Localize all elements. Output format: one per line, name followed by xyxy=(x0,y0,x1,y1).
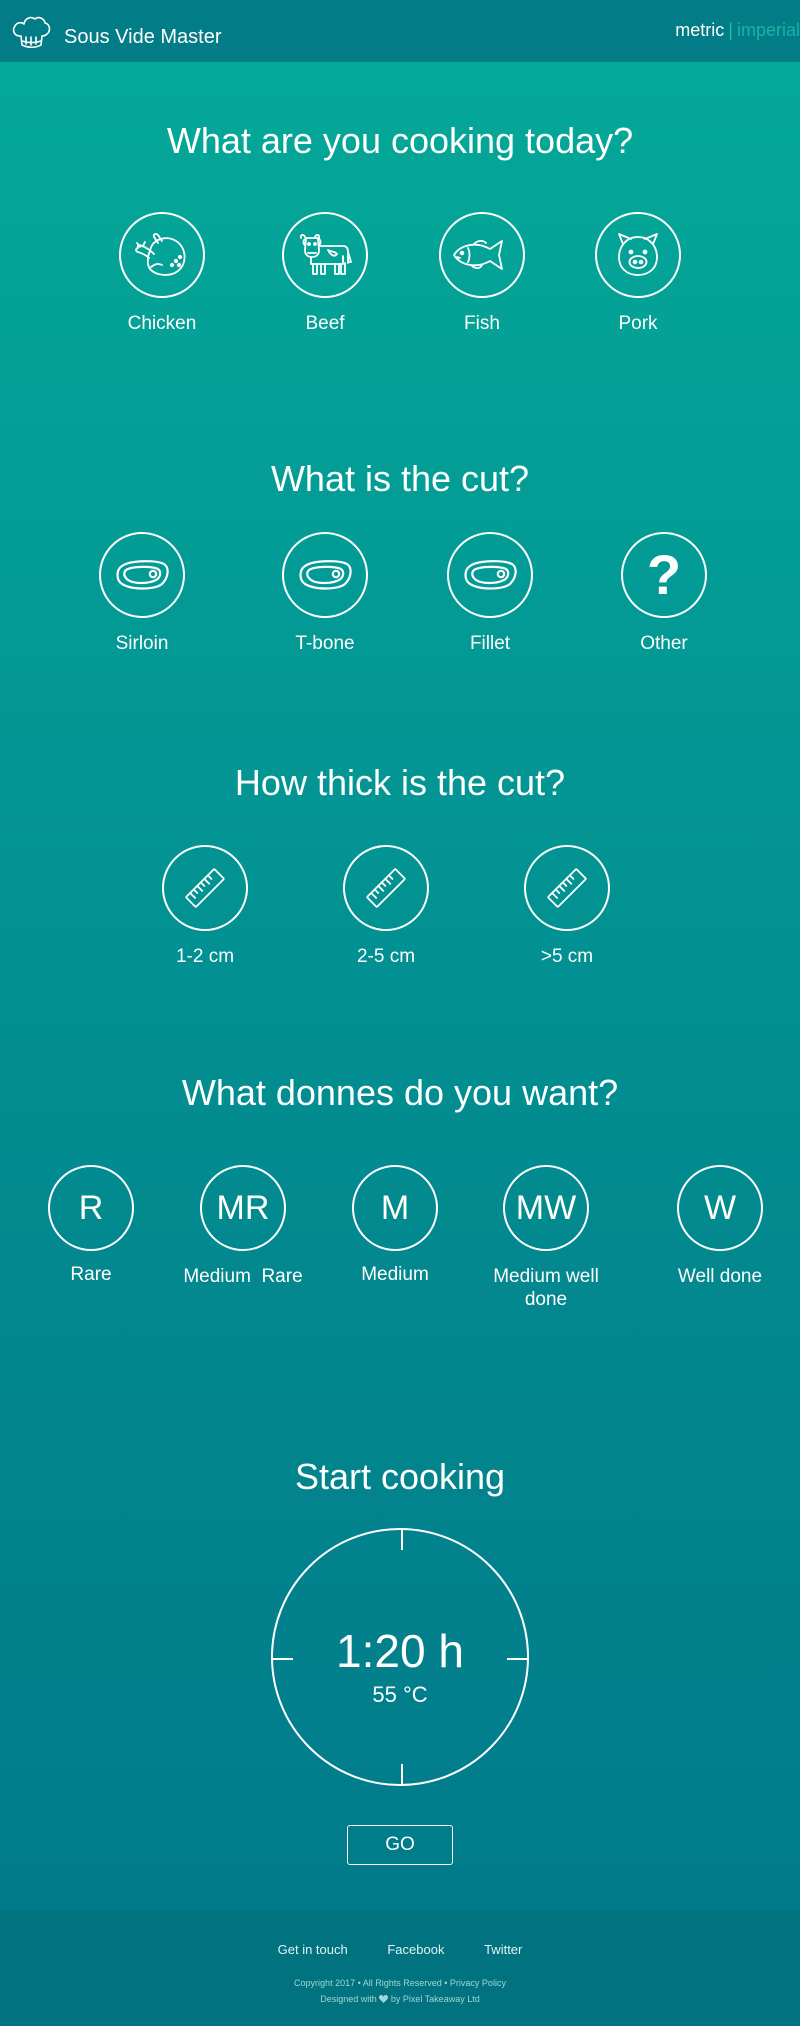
option-other[interactable]: ? Other xyxy=(584,532,744,655)
option-chicken[interactable]: Chicken xyxy=(82,212,242,335)
option-well-done[interactable]: W Well done xyxy=(640,1165,800,1288)
doneness-section-title: What donnes do you want? xyxy=(181,1072,619,1113)
unit-switcher: metric | imperial xyxy=(675,20,800,41)
option-label: Other xyxy=(640,633,688,654)
metric-unit-toggle[interactable]: metric xyxy=(675,20,724,40)
footer-link-facebook[interactable]: Facebook xyxy=(387,1942,444,1957)
doneness-letter: W xyxy=(703,1188,737,1227)
steak-icon xyxy=(297,558,353,592)
cow-icon xyxy=(295,230,355,280)
ruler-icon xyxy=(362,864,410,912)
option-label: Well done xyxy=(677,1266,763,1287)
option-fillet[interactable]: Fillet xyxy=(410,532,570,655)
option-fish[interactable]: Fish xyxy=(402,212,562,335)
fish-option-circle[interactable] xyxy=(439,212,525,298)
option-medium-rare[interactable]: MR Medium Rare xyxy=(163,1165,323,1288)
option-label: T-bone xyxy=(295,633,355,654)
medium-well-option-circle[interactable]: MW xyxy=(503,1165,589,1251)
option-label: Medium Rare xyxy=(183,1266,303,1287)
option-label: Sirloin xyxy=(115,633,169,654)
ruler-icon xyxy=(543,864,591,912)
page-footer: Get in touch Facebook Twitter Copyright … xyxy=(0,1910,800,2026)
fish-icon xyxy=(450,235,514,275)
timer-tick-bottom xyxy=(401,1764,403,1786)
option-medium-well[interactable]: MW Medium well done xyxy=(466,1165,626,1311)
footer-link-twitter[interactable]: Twitter xyxy=(484,1942,522,1957)
go-button[interactable]: GO xyxy=(347,1825,453,1865)
pig-icon xyxy=(612,229,664,281)
medium-option-circle[interactable]: M xyxy=(352,1165,438,1251)
heart-icon xyxy=(379,1995,389,2003)
thickness-section-title: How thick is the cut? xyxy=(234,762,566,803)
t-bone-option-circle[interactable] xyxy=(282,532,368,618)
app-header: Sous Vide Master metric | imperial xyxy=(0,0,800,62)
rare-option-circle[interactable]: R xyxy=(48,1165,134,1251)
option-label: 2-5 cm xyxy=(356,946,416,967)
doneness-letter: M xyxy=(380,1188,410,1227)
thickness-option-circle[interactable] xyxy=(524,845,610,931)
ruler-icon xyxy=(181,864,229,912)
copyright-text: Copyright 2017 • All Rights Reserved • P… xyxy=(294,1978,506,1988)
option-beef[interactable]: Beef xyxy=(245,212,405,335)
option-label: Fillet xyxy=(469,633,511,654)
doneness-letter: MR xyxy=(216,1188,270,1227)
option-label: Chicken xyxy=(127,313,197,334)
designer-credits: Designed with by Pixel Takeaway Ltd xyxy=(0,1994,800,2004)
unit-separator: | xyxy=(728,20,733,40)
option-pork[interactable]: Pork xyxy=(558,212,718,335)
credits-suffix: by Pixel Takeaway Ltd xyxy=(390,1994,480,2004)
cooking-time: 1:20 h xyxy=(336,1625,464,1677)
option-label: Beef xyxy=(305,313,345,334)
question-mark-icon: ? xyxy=(646,543,682,606)
doneness-letter: MW xyxy=(515,1188,577,1227)
cooking-temperature: 55 °C xyxy=(372,1682,428,1707)
app-title: Sous Vide Master xyxy=(64,26,222,48)
chef-hat-icon[interactable] xyxy=(11,14,51,50)
credits-prefix: Designed with xyxy=(320,1994,377,2004)
food-section-title: What are you cooking today? xyxy=(166,120,634,161)
option-label: Fish xyxy=(464,313,500,334)
cut-section-title: What is the cut? xyxy=(270,458,530,499)
well-done-option-circle[interactable]: W xyxy=(677,1165,763,1251)
sirloin-option-circle[interactable] xyxy=(99,532,185,618)
footer-links: Get in touch Facebook Twitter xyxy=(0,1942,800,1957)
option-label: Rare xyxy=(70,1264,112,1285)
medium-rare-option-circle[interactable]: MR xyxy=(200,1165,286,1251)
steak-icon xyxy=(114,558,170,592)
pork-option-circle[interactable] xyxy=(595,212,681,298)
option-medium[interactable]: M Medium xyxy=(315,1165,475,1286)
chicken-icon xyxy=(132,229,192,281)
thickness-option-circle[interactable] xyxy=(162,845,248,931)
option-t-bone[interactable]: T-bone xyxy=(245,532,405,655)
chicken-option-circle[interactable] xyxy=(119,212,205,298)
beef-option-circle[interactable] xyxy=(282,212,368,298)
thickness-option-circle[interactable] xyxy=(343,845,429,931)
option-rare[interactable]: R Rare xyxy=(11,1165,171,1286)
fillet-option-circle[interactable] xyxy=(447,532,533,618)
cooking-timer-dial: 1:20 h 55 °C xyxy=(271,1528,529,1786)
option-label: Medium xyxy=(361,1264,429,1285)
footer-link-get-in-touch[interactable]: Get in touch xyxy=(278,1942,348,1957)
doneness-letter: R xyxy=(78,1188,104,1227)
option-thickness-5-plus[interactable]: >5 cm xyxy=(487,845,647,968)
start-cooking-title: Start cooking xyxy=(294,1456,506,1497)
imperial-unit-toggle[interactable]: imperial xyxy=(737,20,800,40)
option-label: 1-2 cm xyxy=(175,946,235,967)
option-label: >5 cm xyxy=(540,946,594,967)
other-option-circle[interactable]: ? xyxy=(621,532,707,618)
timer-tick-top xyxy=(401,1528,403,1550)
steak-icon xyxy=(462,558,518,592)
option-sirloin[interactable]: Sirloin xyxy=(62,532,222,655)
option-thickness-2-5[interactable]: 2-5 cm xyxy=(306,845,466,968)
option-label: Medium well done xyxy=(493,1266,599,1310)
option-thickness-1-2[interactable]: 1-2 cm xyxy=(125,845,285,968)
option-label: Pork xyxy=(618,313,658,334)
